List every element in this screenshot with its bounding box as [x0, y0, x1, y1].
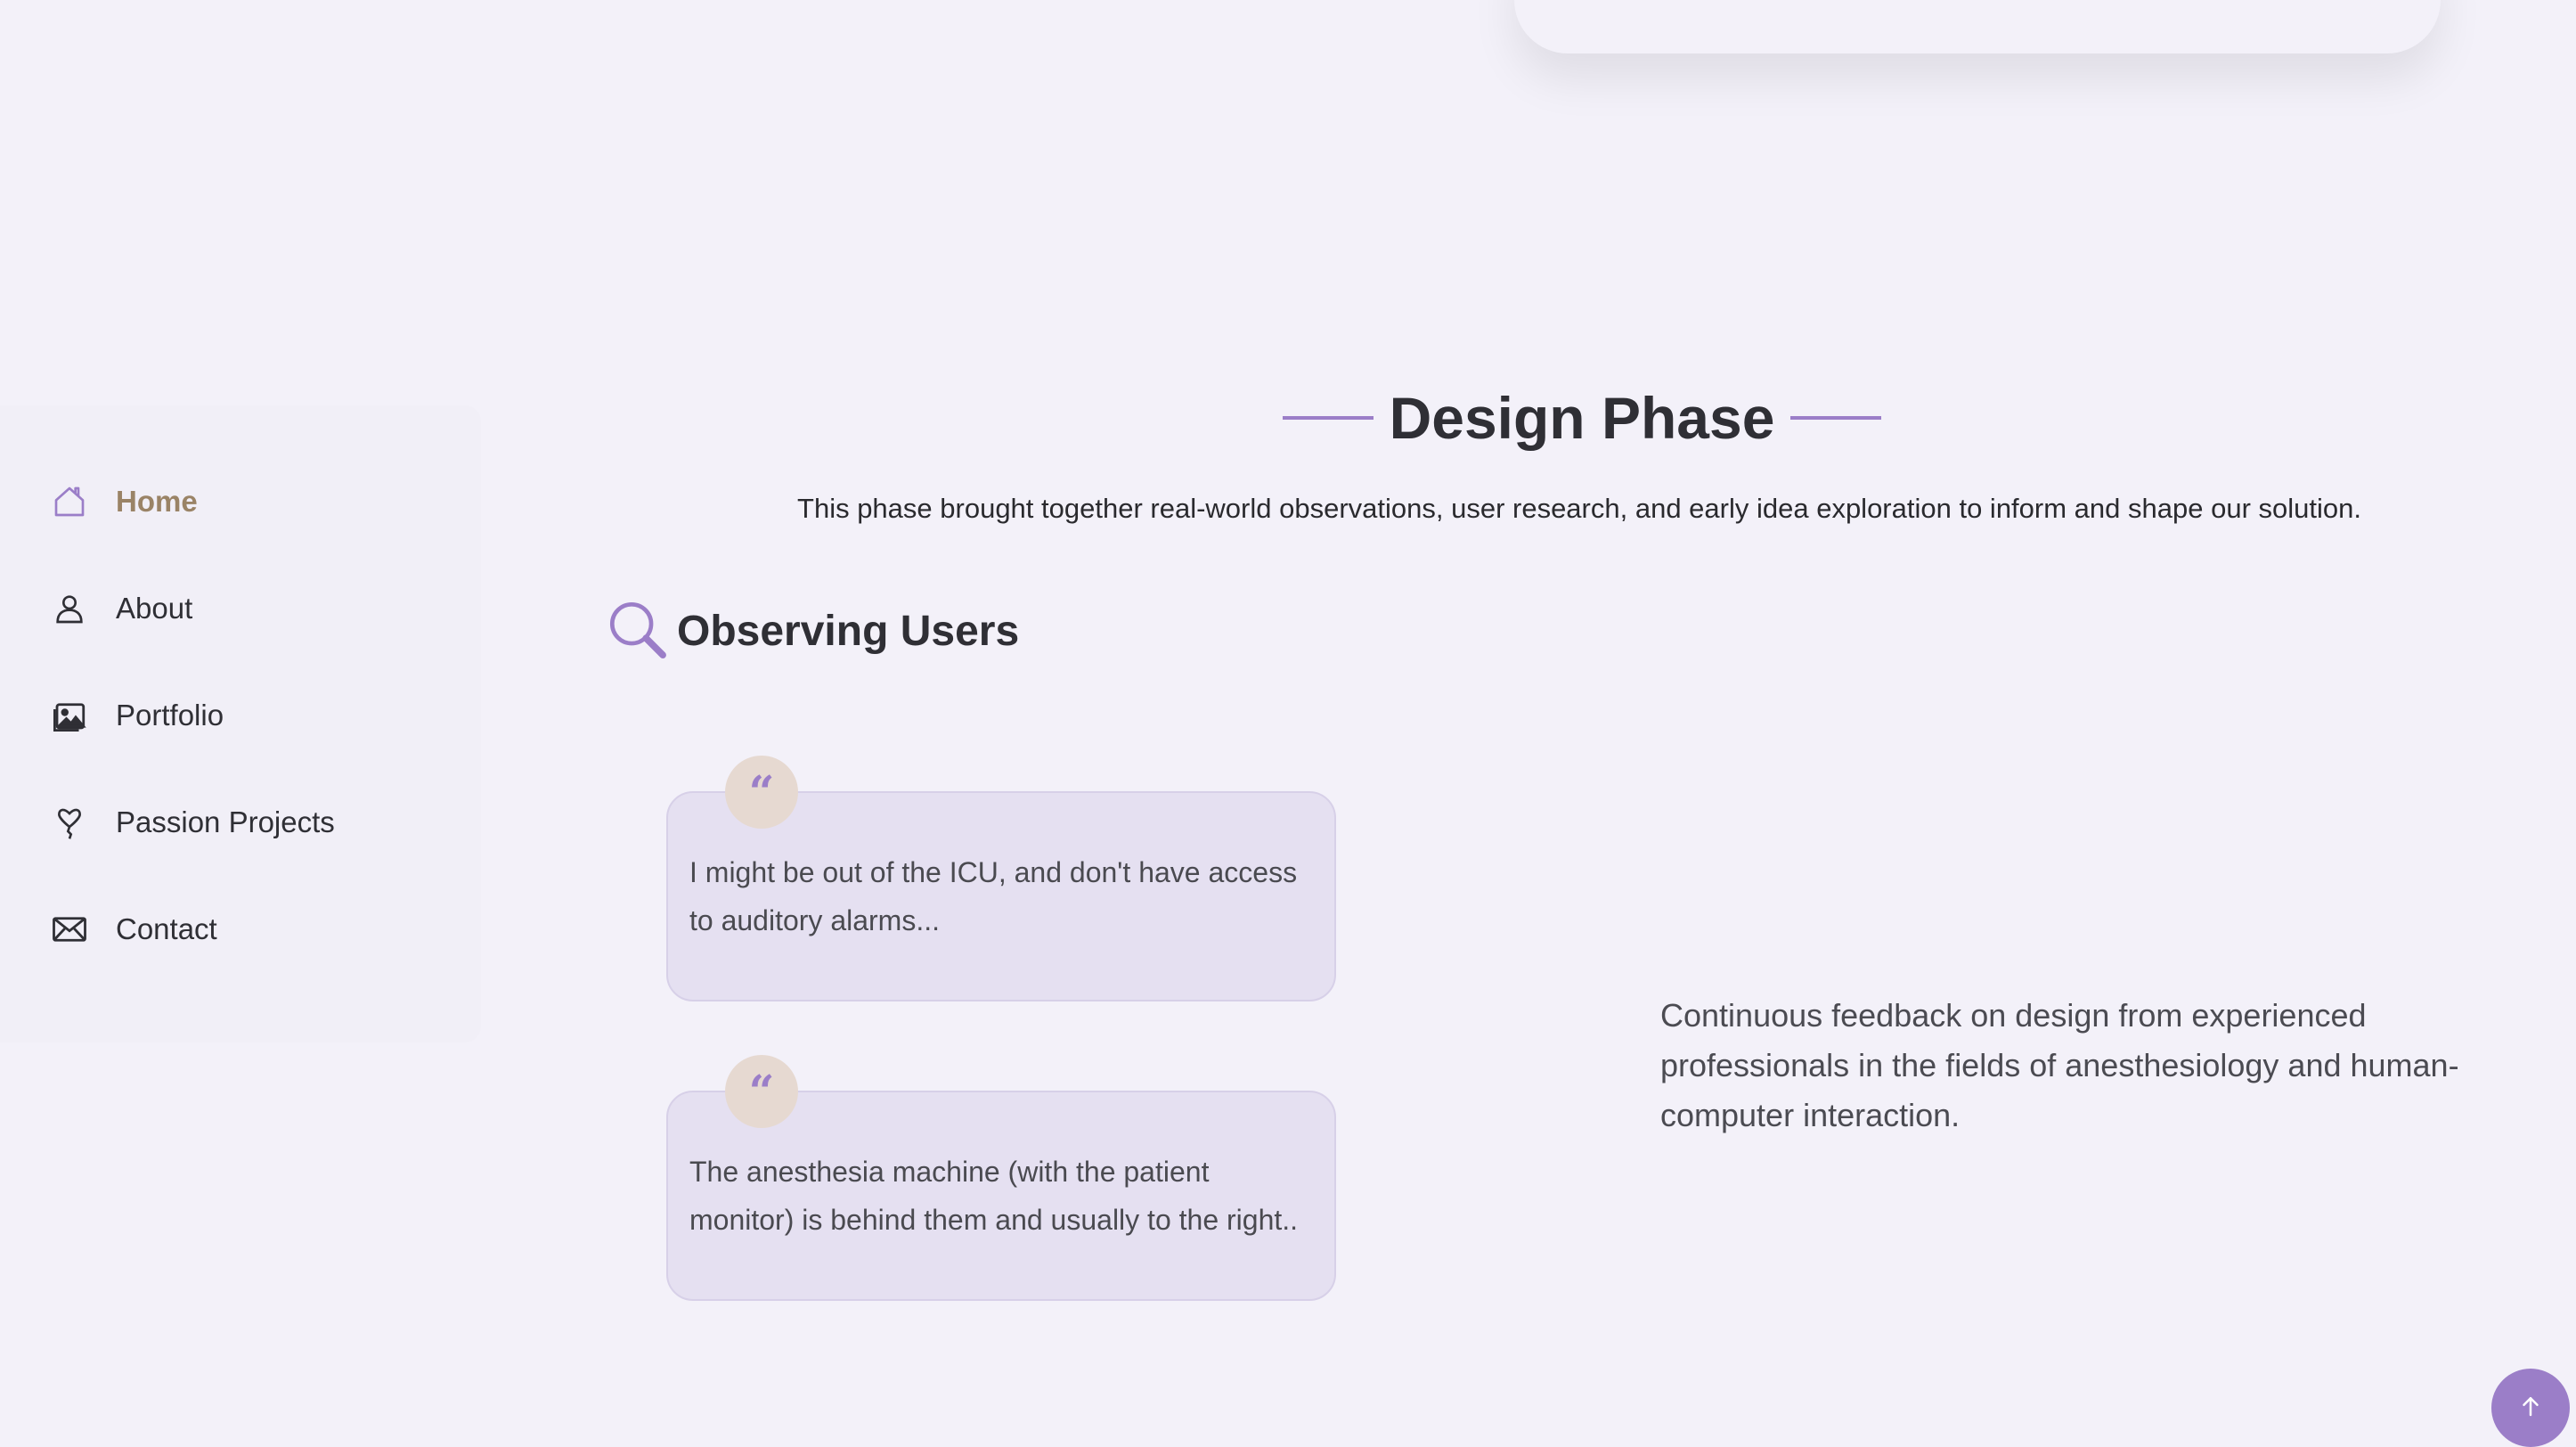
balloon-icon: [50, 803, 89, 842]
quote-text: I might be out of the ICU, and don't hav…: [689, 856, 1298, 936]
top-header-shadow: [1514, 0, 2441, 53]
sidebar-item-label: About: [116, 592, 193, 625]
sidebar-item-passion-projects[interactable]: Passion Projects: [50, 797, 335, 847]
sidebar-item-label: Passion Projects: [116, 805, 335, 838]
scroll-to-top-button[interactable]: [2491, 1369, 2570, 1447]
heading-rule-right: [1790, 416, 1881, 420]
quote-icon: “: [725, 756, 798, 829]
sidebar-nav: Home About Portfolio Passion Projects Co…: [0, 405, 481, 1042]
quote-icon: “: [725, 1055, 798, 1128]
search-icon: [606, 598, 668, 665]
quote-text: The anesthesia machine (with the patient…: [689, 1156, 1299, 1236]
sidebar-item-contact[interactable]: Contact: [50, 904, 217, 954]
feedback-text: Continuous feedback on design from exper…: [1660, 997, 2459, 1133]
quote-card: “ The anesthesia machine (with the patie…: [666, 1055, 1336, 1301]
observing-users-heading: Observing Users: [606, 595, 1019, 666]
user-icon: [50, 589, 89, 628]
design-phase-heading: Design Phase: [1283, 380, 1881, 456]
sidebar-item-portfolio[interactable]: Portfolio: [50, 691, 224, 740]
sidebar-item-home[interactable]: Home: [50, 477, 198, 527]
quote-card: “ I might be out of the ICU, and don't h…: [666, 756, 1336, 1001]
mail-icon: [50, 910, 89, 949]
sidebar-item-about[interactable]: About: [50, 584, 192, 634]
sidebar-item-label: Portfolio: [116, 699, 224, 732]
page-title: Design Phase: [1389, 385, 1775, 451]
image-icon: [50, 696, 89, 735]
subsection-title: Observing Users: [677, 607, 1020, 655]
arrow-up-icon: [2517, 1393, 2544, 1424]
heading-rule-left: [1283, 416, 1374, 420]
section-intro: This phase brought together real-world o…: [797, 493, 2361, 524]
sidebar-item-label: Contact: [116, 912, 217, 945]
sidebar-item-label: Home: [116, 485, 198, 518]
home-icon: [50, 482, 89, 521]
